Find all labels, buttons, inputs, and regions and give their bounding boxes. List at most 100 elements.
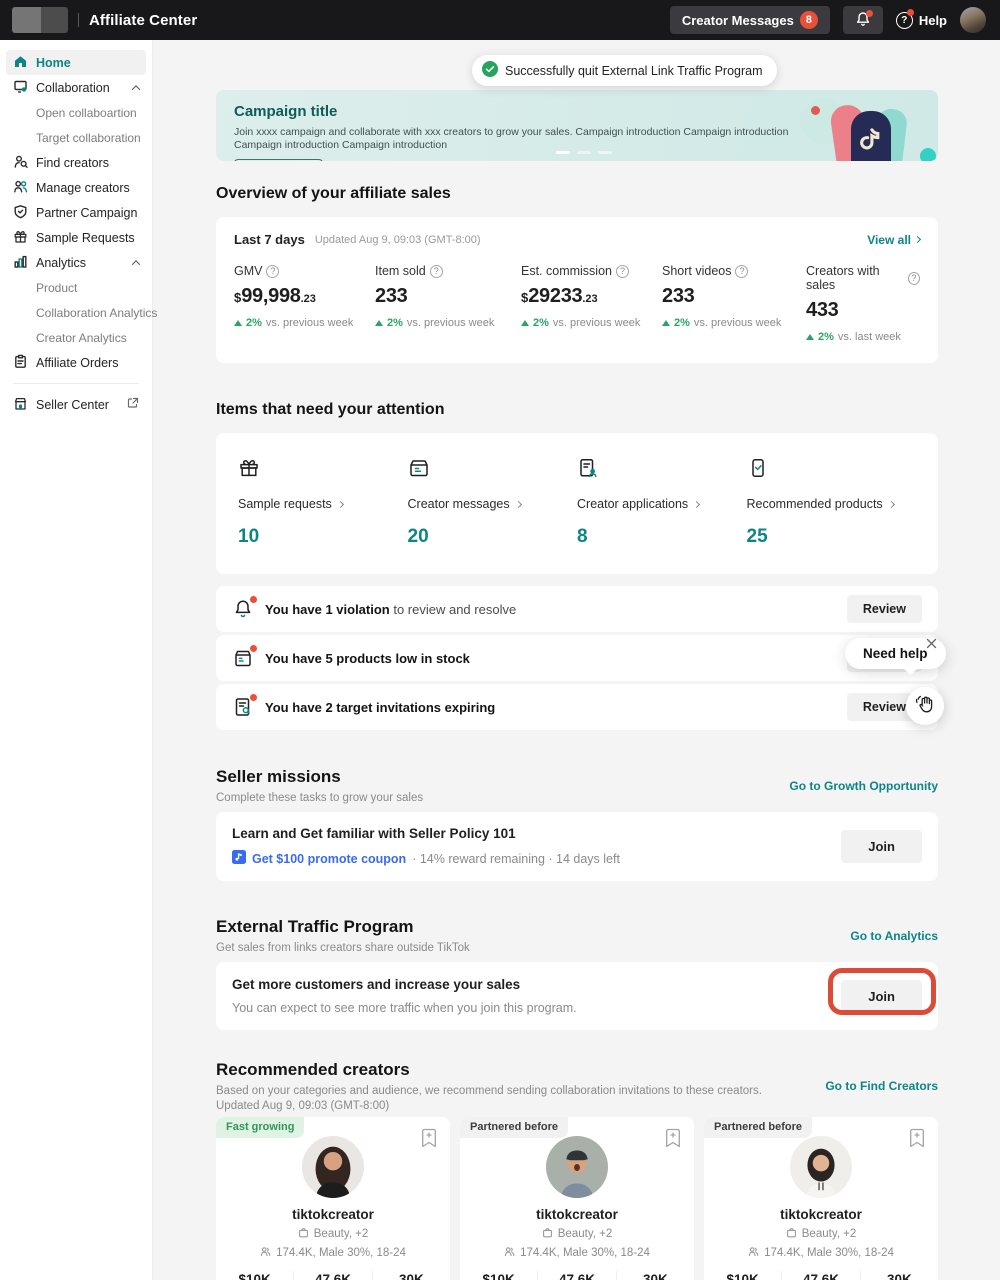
attention-count[interactable]: 25 — [747, 526, 917, 548]
mission-card: Learn and Get familiar with Seller Polic… — [216, 812, 938, 881]
bell-alert-icon — [232, 598, 254, 620]
creator-cards-row-1: Fast growing tiktokcreator Beauty, +2 17… — [216, 1117, 938, 1280]
sidebar-label: Partner Campaign — [36, 206, 137, 220]
alert-invitations: You have 2 target invitations expiring R… — [216, 684, 938, 730]
sidebar-label: Collaboration — [36, 81, 110, 95]
sidebar-item-home[interactable]: Home — [6, 50, 146, 75]
attention-count[interactable]: 10 — [238, 526, 408, 548]
user-avatar[interactable] — [960, 7, 986, 33]
alert-dot — [250, 596, 257, 603]
bag-icon — [542, 1227, 553, 1241]
bag-icon — [786, 1227, 797, 1241]
overview-card: Last 7 days Updated Aug 9, 09:03 (GMT-8:… — [216, 217, 938, 363]
sidebar-item-affiliate-orders[interactable]: Affiliate Orders — [6, 350, 146, 375]
need-help-fab[interactable] — [906, 687, 944, 725]
manage-creators-icon — [13, 179, 28, 197]
stat-items-sold: Item sold? 233 2%vs. previous week — [375, 264, 521, 343]
sidebar: Home Collaboration Open collaboartion Ta… — [0, 40, 153, 1280]
audience-icon — [504, 1246, 515, 1260]
external-join-button[interactable]: Join — [841, 980, 922, 1013]
info-icon[interactable]: ? — [908, 272, 920, 285]
attention-link[interactable]: Sample requests — [238, 497, 408, 511]
trend-up-icon — [662, 320, 670, 326]
sidebar-item-seller-center[interactable]: Seller Center — [6, 392, 146, 417]
attention-link[interactable]: Creator messages — [408, 497, 578, 511]
creator-card[interactable]: Partnered before tiktokcreator Beauty, +… — [704, 1117, 938, 1280]
view-all-link[interactable]: View all — [867, 233, 920, 247]
go-to-analytics-link[interactable]: Go to Analytics — [850, 929, 938, 943]
sidebar-item-sample-requests[interactable]: Sample Requests — [6, 225, 146, 250]
info-icon[interactable]: ? — [735, 265, 748, 278]
shield-icon — [13, 204, 28, 222]
attention-count[interactable]: 8 — [577, 526, 747, 548]
trend-up-icon — [234, 320, 242, 326]
bookmark-icon[interactable] — [421, 1128, 437, 1153]
bag-icon — [298, 1227, 309, 1241]
main-content: Successfully quit External Link Traffic … — [153, 40, 1000, 1280]
alert-text: You have 5 products low in stock — [265, 651, 470, 666]
app-title: Affiliate Center — [89, 12, 197, 29]
attention-link[interactable]: Creator applications — [577, 497, 747, 511]
sidebar-label: Manage creators — [36, 181, 130, 195]
sidebar-label: Affiliate Orders — [36, 356, 118, 370]
bookmark-icon[interactable] — [909, 1128, 925, 1153]
creator-name: tiktokcreator — [460, 1207, 694, 1222]
period-label[interactable]: Last 7 days — [234, 232, 305, 247]
mission-title: Learn and Get familiar with Seller Polic… — [232, 826, 620, 841]
campaign-banner[interactable]: Campaign title Join xxxx campaign and co… — [216, 90, 938, 161]
doc-search-icon — [232, 696, 254, 718]
stat-est-commission: Est. commission? $29233.23 2%vs. previou… — [521, 264, 662, 343]
stat-short-videos: Short videos? 233 2%vs. previous week — [662, 264, 806, 343]
audience-icon — [748, 1246, 759, 1260]
growth-opportunity-link[interactable]: Go to Growth Opportunity — [789, 779, 938, 793]
creator-name: tiktokcreator — [704, 1207, 938, 1222]
info-icon[interactable]: ? — [266, 265, 279, 278]
trend-up-icon — [521, 320, 529, 326]
close-icon[interactable] — [926, 636, 937, 654]
help-button[interactable]: ? Help — [896, 12, 947, 29]
chevron-right-icon — [515, 500, 522, 507]
sidebar-item-product[interactable]: Product — [6, 275, 146, 300]
stat-creators-with-sales: Creators with sales? 433 2%vs. last week — [806, 264, 920, 343]
creator-card[interactable]: Partnered before tiktokcreator Beauty, +… — [460, 1117, 694, 1280]
alert-dot — [250, 694, 257, 701]
attention-count[interactable]: 20 — [408, 526, 578, 548]
sidebar-item-collaboration[interactable]: Collaboration — [6, 75, 146, 100]
sidebar-item-open-collaboration[interactable]: Open collaboartion — [6, 100, 146, 125]
sidebar-item-creator-analytics[interactable]: Creator Analytics — [6, 325, 146, 350]
carousel-dots[interactable] — [556, 151, 612, 154]
mission-join-button[interactable]: Join — [841, 830, 922, 863]
bookmark-icon[interactable] — [665, 1128, 681, 1153]
attention-link[interactable]: Recommended products — [747, 497, 917, 511]
go-to-find-creators-link[interactable]: Go to Find Creators — [825, 1079, 938, 1093]
attention-recommended-products: Recommended products 25 — [747, 457, 917, 548]
home-icon — [13, 54, 28, 72]
divider — [13, 383, 139, 384]
sidebar-item-target-collaboration[interactable]: Target collaboration — [6, 125, 146, 150]
sidebar-item-partner-campaign[interactable]: Partner Campaign — [6, 200, 146, 225]
coupon-link[interactable]: Get $100 promote coupon — [252, 852, 406, 866]
external-traffic-heading: External Traffic Program — [216, 917, 470, 937]
info-icon[interactable]: ? — [616, 265, 629, 278]
creator-card[interactable]: Fast growing tiktokcreator Beauty, +2 17… — [216, 1117, 450, 1280]
chevron-right-icon — [914, 236, 921, 243]
creator-stat: $10KRevenue — [216, 1271, 293, 1280]
creator-messages-label: Creator Messages — [682, 13, 794, 28]
sidebar-item-find-creators[interactable]: Find creators — [6, 150, 146, 175]
learn-more-button[interactable]: Learn more — [234, 159, 323, 161]
chevron-right-icon — [693, 500, 700, 507]
alert-dot — [250, 645, 257, 652]
creator-name: tiktokcreator — [216, 1207, 450, 1222]
sidebar-label: Find creators — [36, 156, 109, 170]
review-button[interactable]: Review — [847, 595, 922, 623]
audience-icon — [260, 1246, 271, 1260]
sidebar-item-collaboration-analytics[interactable]: Collaboration Analytics — [6, 300, 146, 325]
external-traffic-card: Get more customers and increase your sal… — [216, 962, 938, 1030]
notifications-button[interactable] — [843, 6, 883, 34]
sidebar-item-manage-creators[interactable]: Manage creators — [6, 175, 146, 200]
info-icon[interactable]: ? — [430, 265, 443, 278]
creator-stat: 30KAvg. views — [860, 1271, 938, 1280]
sidebar-item-analytics[interactable]: Analytics — [6, 250, 146, 275]
toast-message: Successfully quit External Link Traffic … — [505, 64, 763, 78]
creator-messages-button[interactable]: Creator Messages 8 — [670, 6, 830, 34]
